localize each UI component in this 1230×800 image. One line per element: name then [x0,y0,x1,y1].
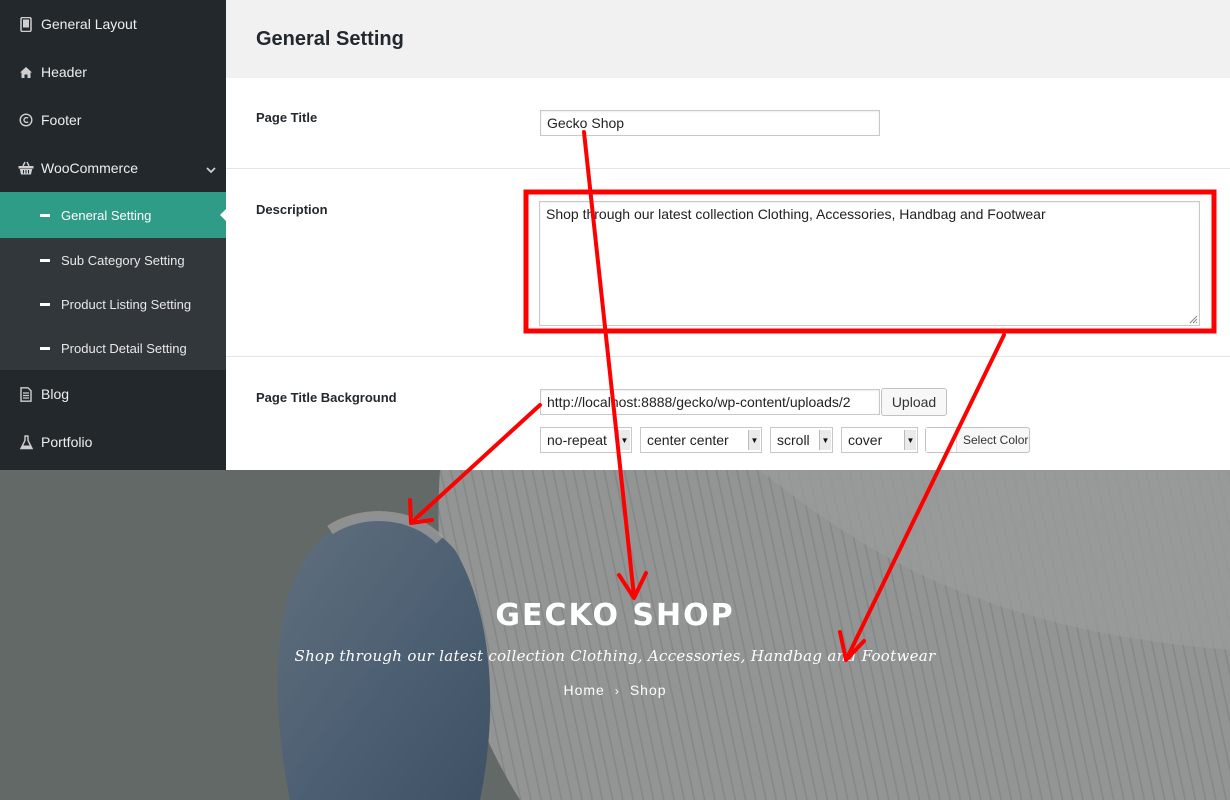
sidebar-item-footer[interactable]: Footer [0,96,226,144]
submenu-item-label: Product Listing Setting [61,296,192,312]
submenu-item-product-detail-setting[interactable]: Product Detail Setting [0,326,226,370]
sidebar-item-label: General Layout [41,16,137,32]
sidebar-item-label: Blog [41,386,70,402]
submenu-item-sub-category-setting[interactable]: Sub Category Setting [0,238,226,282]
sidebar-item-label: Header [41,64,87,80]
chevron-down-icon [206,161,216,177]
select-value: no-repeat [547,432,607,448]
breadcrumb-current: Shop [629,682,667,698]
woocommerce-submenu: General Setting Sub Category Setting Pro… [0,192,226,370]
tablet-icon [18,16,34,32]
basket-icon [18,160,34,176]
dropdown-arrow-icon: ▼ [819,430,831,450]
sidebar-item-portfolio[interactable]: Portfolio [0,418,226,466]
flask-icon [18,434,34,450]
breadcrumb-separator: › [614,684,620,698]
background-attachment-select[interactable]: scroll ▼ [770,427,833,453]
background-position-select[interactable]: center center ▼ [640,427,762,453]
page-title-input[interactable] [540,110,880,136]
copyright-icon [18,112,34,128]
select-value: cover [848,432,883,448]
background-url-input[interactable] [540,389,880,415]
submenu-item-label: Product Detail Setting [61,340,187,356]
admin-sidebar: General Layout Header Footer WooCommerce… [0,0,226,470]
color-swatch [926,428,957,452]
sidebar-item-label: WooCommerce [41,160,138,176]
select-color-button[interactable]: Select Color [925,427,1030,453]
select-value: scroll [777,432,810,448]
dash-icon [40,213,50,217]
dash-icon [40,258,50,262]
resize-handle-icon[interactable] [1188,314,1198,324]
breadcrumb: Home › Shop [0,682,1230,698]
banner-title: GECKO SHOP [495,598,735,633]
dropdown-arrow-icon: ▼ [748,430,760,450]
background-repeat-select[interactable]: no-repeat ▼ [540,427,632,453]
document-icon [18,386,34,402]
select-color-label: Select Color [963,433,1029,447]
sidebar-item-blog[interactable]: Blog [0,370,226,418]
description-textarea[interactable]: Shop through our latest collection Cloth… [539,201,1200,326]
page-title-row: Page Title [226,78,1230,168]
select-value: center center [647,432,729,448]
sidebar-item-header[interactable]: Header [0,48,226,96]
dash-icon [40,302,50,306]
submenu-item-general-setting[interactable]: General Setting [0,192,226,238]
background-size-select[interactable]: cover ▼ [841,427,918,453]
sidebar-item-label: Portfolio [41,434,93,450]
banner-background-image [0,470,1230,800]
dropdown-arrow-icon: ▼ [618,430,630,450]
home-icon [18,64,34,80]
settings-panel: General Setting Page Title Description S… [226,0,1230,470]
description-label: Description [256,202,328,217]
submenu-item-product-listing-setting[interactable]: Product Listing Setting [0,282,226,326]
banner-description: Shop through our latest collection Cloth… [294,647,936,665]
page-title-label: Page Title [256,110,318,125]
sidebar-item-woocommerce[interactable]: WooCommerce [0,144,226,192]
page-title: General Setting [226,0,1230,78]
sidebar-item-general-layout[interactable]: General Layout [0,0,226,48]
description-row: Description Shop through our latest coll… [226,168,1230,357]
background-label: Page Title Background [256,390,397,405]
breadcrumb-home-link[interactable]: Home [563,682,604,698]
dropdown-arrow-icon: ▼ [904,430,916,450]
submenu-item-label: General Setting [61,207,152,223]
sidebar-item-label: Footer [41,112,82,128]
background-row: Page Title Background Upload no-repeat ▼… [226,356,1230,471]
dash-icon [40,346,50,350]
page-title-banner-preview: GECKO SHOP Shop through our latest colle… [0,470,1230,800]
upload-button[interactable]: Upload [881,388,947,416]
submenu-item-label: Sub Category Setting [61,252,185,268]
